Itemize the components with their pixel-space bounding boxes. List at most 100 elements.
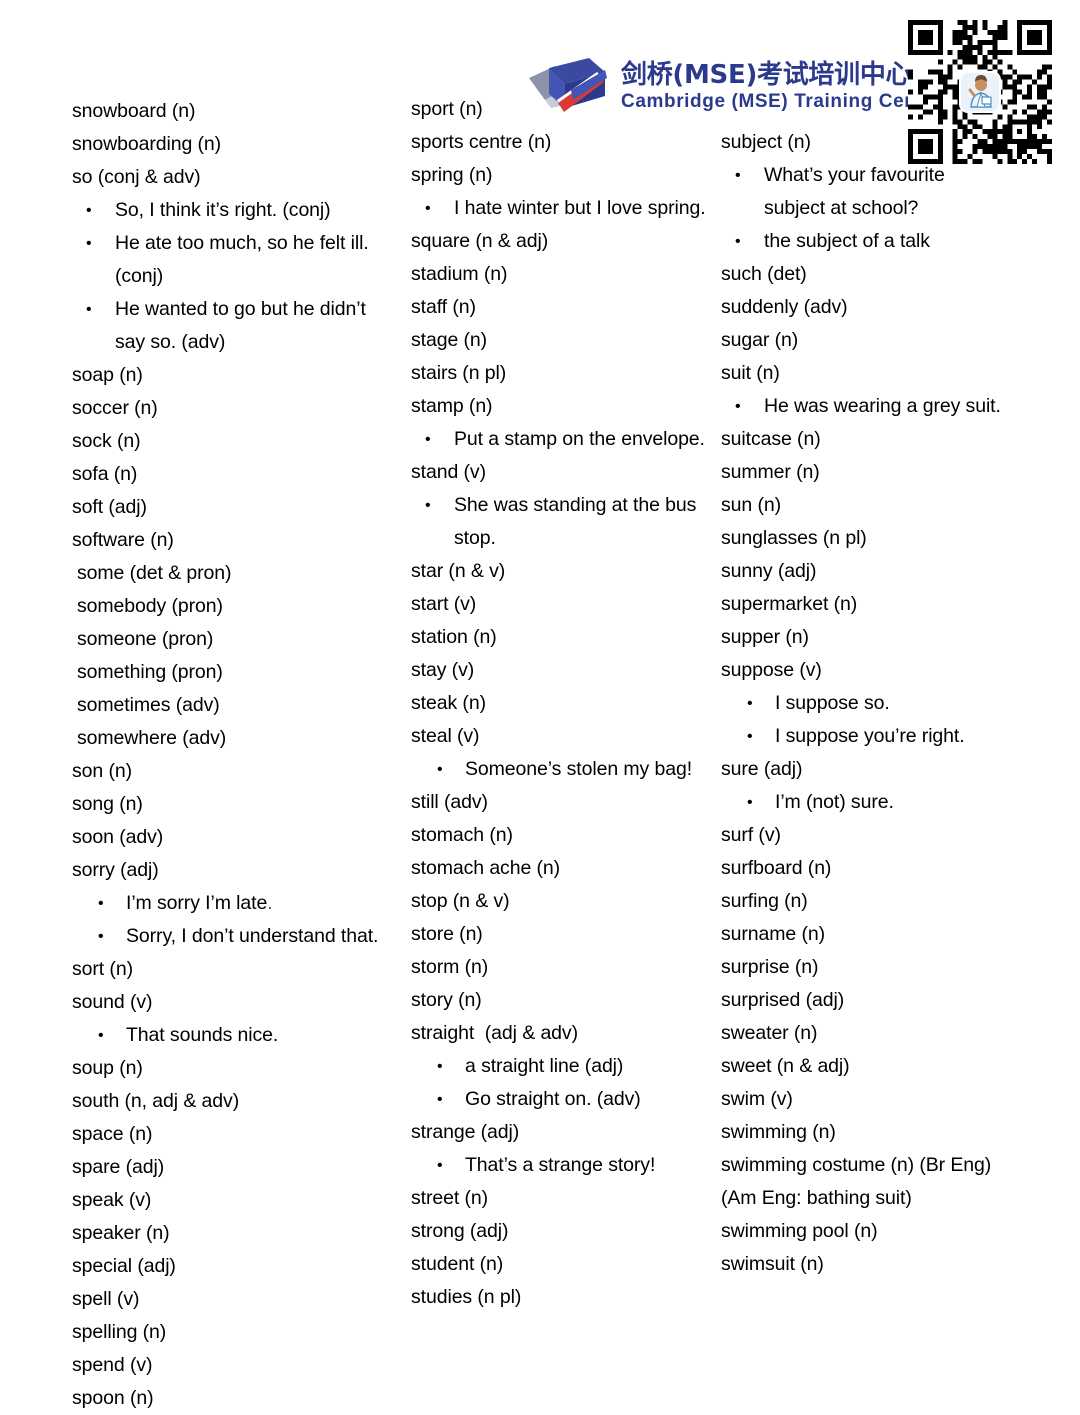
vocab-entry: spare (adj) [72,1156,165,1178]
vocab-example-bullet: He ate too much, so he felt ill. [72,227,402,260]
vocab-entry: snowboarding (n) [72,133,222,155]
vocab-entry: sport (n) [411,98,483,120]
vocab-entry: stadium (n) [411,263,508,285]
vocab-entry: suppose (v) [721,659,822,681]
vocab-entry: stand (v) [411,461,486,483]
vocab-entry: storm (n) [411,956,489,978]
vocab-entry: swimsuit (n) [721,1253,824,1275]
vocab-example-bullet: That’s a strange story! [411,1149,711,1182]
vocabulary-column-3: subject (n) What’s your favourite subject … [721,0,1061,1281]
vocab-entry: sunglasses (n pl) [721,527,867,549]
vocab-entry: supper (n) [721,626,809,648]
vocab-example-bullet: I hate winter but I love spring. [411,192,711,225]
vocab-entry: so (conj & adv) [72,166,201,188]
vocab-entry: swimming costume (n) (Br Eng) [721,1154,992,1176]
vocab-entry: straight (adj & adv) [411,1022,578,1044]
vocab-entry: soap (n) [72,364,143,386]
vocab-entry: speak (v) [72,1189,152,1211]
vocab-entry: stay (v) [411,659,475,681]
vocab-entry: summer (n) [721,461,820,483]
vocab-example-bullet: Sorry, I don’t understand that. [72,920,402,953]
vocab-entry: steak (n) [411,692,486,714]
vocab-entry: steal (v) [411,725,480,747]
vocabulary-columns: snowboard (n) snowboarding (n) so (conj & … [0,0,1080,1412]
vocab-entry: sports centre (n) [411,131,552,153]
vocab-entry: somewhere (adv) [77,727,227,749]
vocab-entry: spelling (n) [72,1321,167,1343]
vocab-example-continuation: say so. (adv) [115,331,226,353]
vocab-entry: space (n) [72,1123,153,1145]
vocab-entry: sugar (n) [721,329,799,351]
vocab-entry: swimming (n) [721,1121,836,1143]
vocab-entry: (Am Eng: bathing suit) [721,1187,912,1209]
vocab-example-bullet: That sounds nice. [72,1019,402,1052]
vocab-entry: story (n) [411,989,482,1011]
vocab-entry: sunny (adj) [721,560,817,582]
vocab-entry: store (n) [411,923,483,945]
vocabulary-column-2: sport (n) sports centre (n) spring (n) I ha… [411,0,711,1314]
vocab-entry: somebody (pron) [77,595,223,617]
vocab-entry: song (n) [72,793,143,815]
vocab-entry: sort (n) [72,958,133,980]
vocabulary-column-1: snowboard (n) snowboarding (n) so (conj & … [72,0,402,1415]
vocab-example-bullet: Go straight on. (adv) [411,1083,711,1116]
vocab-entry: studies (n pl) [411,1286,522,1308]
vocab-entry: some (det & pron) [77,562,232,584]
vocab-entry: sock (n) [72,430,141,452]
red-period-mark: . [267,892,273,914]
vocab-example-bullet: What’s your favourite [721,159,1061,192]
vocab-entry: star (n & v) [411,560,506,582]
vocab-entry: software (n) [72,529,174,551]
vocab-example-bullet: Put a stamp on the envelope. [411,423,711,456]
vocab-example-continuation: stop. [454,527,496,549]
vocab-entry: sure (adj) [721,758,803,780]
vocab-entry: someone (pron) [77,628,214,650]
vocab-example-bullet: So, I think it’s right. (conj) [72,194,402,227]
vocab-entry: sorry (adj) [72,859,159,881]
vocab-example-bullet: I suppose you’re right. [721,720,1061,753]
vocab-entry: staff (n) [411,296,476,318]
vocab-entry: sweater (n) [721,1022,818,1044]
vocab-entry: strong (adj) [411,1220,509,1242]
vocab-example-bullet: He wanted to go but he didn’t [72,293,402,326]
vocab-example-bullet: a straight line (adj) [411,1050,711,1083]
vocab-entry: surfing (n) [721,890,808,912]
vocab-entry: sun (n) [721,494,781,516]
vocab-entry: start (v) [411,593,477,615]
vocab-entry: stamp (n) [411,395,493,417]
vocab-entry: spoon (n) [72,1387,154,1409]
vocab-entry: stairs (n pl) [411,362,507,384]
vocab-entry: surprised (adj) [721,989,845,1011]
vocab-example-bullet: I suppose so. [721,687,1061,720]
vocab-entry: soccer (n) [72,397,158,419]
vocab-example-continuation: subject at school? [764,197,919,219]
vocab-entry: swim (v) [721,1088,793,1110]
vocab-example-bullet: She was standing at the bus [411,489,711,522]
vocab-entry: spell (v) [72,1288,140,1310]
vocab-entry: snowboard (n) [72,100,196,122]
vocab-entry: spring (n) [411,164,493,186]
vocab-example-bullet: He was wearing a grey suit. [721,390,1061,423]
vocab-entry: strange (adj) [411,1121,520,1143]
vocab-entry: son (n) [72,760,132,782]
vocab-entry: sometimes (adv) [77,694,220,716]
vocab-entry: student (n) [411,1253,504,1275]
vocab-entry: soup (n) [72,1057,143,1079]
vocab-entry: swimming pool (n) [721,1220,878,1242]
vocab-entry: sound (v) [72,991,153,1013]
vocab-entry: soft (adj) [72,496,147,518]
vocab-entry: suit (n) [721,362,780,384]
vocab-entry: suddenly (adv) [721,296,848,318]
vocab-entry: sofa (n) [72,463,138,485]
vocab-entry: sweet (n & adj) [721,1055,850,1077]
vocab-entry: street (n) [411,1187,489,1209]
vocab-entry: still (adv) [411,791,488,813]
vocab-entry: station (n) [411,626,497,648]
vocab-entry: surname (n) [721,923,826,945]
vocab-entry: stomach ache (n) [411,857,561,879]
vocab-example-bullet: the subject of a talk [721,225,1061,258]
vocab-entry: surf (v) [721,824,781,846]
vocab-example-bullet: Someone’s stolen my bag! [411,753,711,786]
vocab-entry: surfboard (n) [721,857,832,879]
vocab-entry: supermarket (n) [721,593,858,615]
